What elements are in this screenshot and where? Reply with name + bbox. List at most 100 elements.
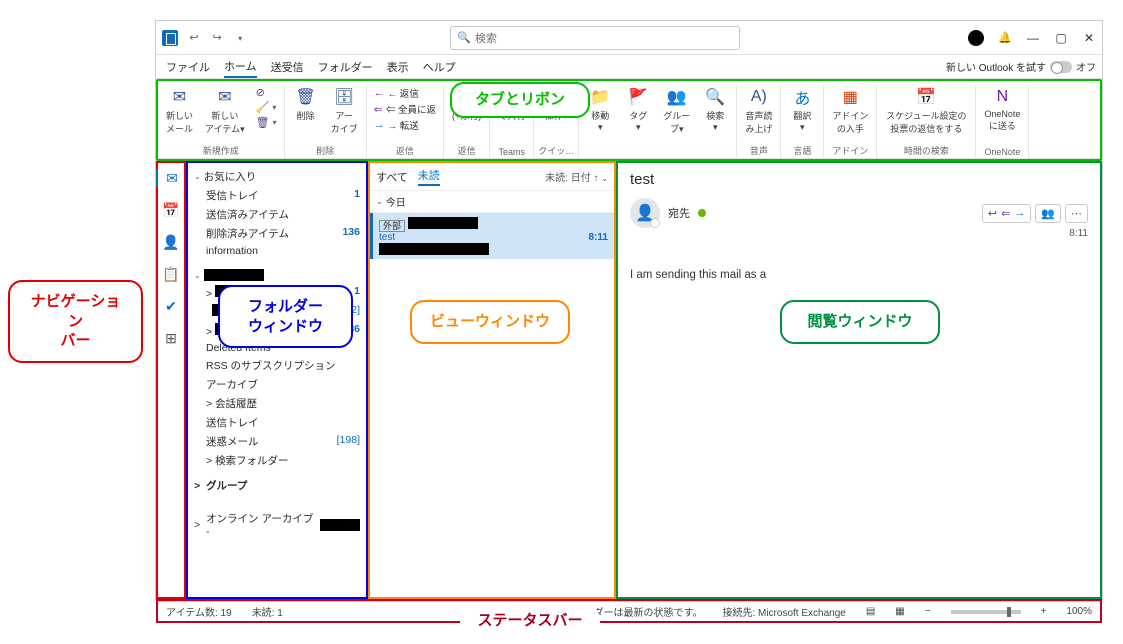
new-mail-button[interactable]: ✉新しい メール (162, 85, 197, 137)
online-archive-header[interactable]: > オンライン アーカイブ - (188, 509, 366, 540)
onenote-button[interactable]: NOneNote に送る (980, 85, 1024, 134)
delete-button[interactable]: 🗑削除 (289, 85, 323, 124)
reply-action-group[interactable]: ↩⇐→ (982, 204, 1031, 223)
folder-conversation-history[interactable]: > 会話履歴 (188, 394, 366, 413)
folder-archive[interactable]: アーカイブ (188, 375, 366, 394)
reply-all-button[interactable]: ⇐⇐ 全員に返 (371, 101, 439, 117)
tab-folder[interactable]: フォルダー (318, 59, 373, 75)
zoom-in-icon[interactable]: + (1041, 606, 1047, 617)
tab-home[interactable]: ホーム (224, 58, 257, 78)
junk-button[interactable]: 🗑▾ (253, 115, 280, 130)
reading-pane: test 👤 宛先 ↩⇐→ 👥 ⋯ 8:11 I am sending this… (616, 161, 1102, 599)
zoom-slider[interactable] (951, 610, 1021, 614)
group-label: クイッ… (538, 143, 574, 158)
tab-sendreceive[interactable]: 送受信 (271, 59, 304, 75)
tab-view[interactable]: 表示 (387, 59, 409, 75)
search-icon: 🔍 (457, 31, 471, 44)
notifications-icon[interactable]: 🔔 (998, 31, 1012, 44)
folder-item[interactable]: [2] (188, 302, 366, 321)
folder-sent[interactable]: 送信済みアイテム (188, 205, 366, 224)
move-button[interactable]: 📁移動 ▾ (583, 85, 617, 135)
folder-junk[interactable]: 迷惑メール[198] (188, 432, 366, 451)
user-avatar-icon[interactable] (968, 30, 984, 46)
sort-dropdown[interactable]: 未読: 日付 ↑ ⌄ (545, 169, 608, 184)
tab-help[interactable]: ヘルプ (423, 59, 456, 75)
date-group-today[interactable]: ⌄今日 (370, 191, 614, 213)
group-label: 音声 (750, 143, 768, 158)
nav-more-icon[interactable]: ⊞ (162, 329, 180, 347)
view-tab-all[interactable]: すべて (376, 169, 408, 185)
find-button[interactable]: 🔍検索 ▾ (698, 85, 732, 135)
message-item[interactable]: 外部 test8:11 (370, 213, 614, 259)
search-input[interactable]: 🔍 検索 (450, 26, 740, 50)
nav-tasks-icon[interactable]: 📋 (162, 265, 180, 283)
folder-information[interactable]: information (188, 243, 366, 259)
history-buttons: ↩ ↪ ▾ (184, 31, 250, 44)
status-sync: このフォルダーは最新の状態です。 (543, 604, 702, 619)
title-bar: ↩ ↪ ▾ 🔍 検索 🔔 — ▢ ✕ (156, 21, 1102, 55)
message-body: I am sending this mail as a (630, 269, 1088, 281)
undo-icon[interactable]: ↩ (184, 31, 204, 44)
folder-inbox[interactable]: 受信トレイ1 (188, 186, 366, 205)
reading-subject: test (630, 171, 654, 188)
view-normal-icon[interactable]: ▤ (866, 606, 875, 617)
group-label: アドイン (832, 143, 868, 158)
new-item-button[interactable]: ✉新しい アイテム▾ (201, 85, 249, 137)
maximize-button[interactable]: ▢ (1054, 31, 1068, 45)
folder-outbox[interactable]: 送信トレイ (188, 413, 366, 432)
nav-todo-icon[interactable]: ✔ (162, 297, 180, 315)
view-filter-header: すべて 未読 未読: 日付 ↑ ⌄ (370, 163, 614, 191)
folder-rss[interactable]: RSS のサブスクリプション (188, 356, 366, 375)
qat-dropdown-icon[interactable]: ▾ (230, 34, 250, 43)
schedule-poll-button[interactable]: 📅スケジュール設定の 投票の返信をする (881, 85, 971, 137)
redo-icon[interactable]: ↪ (207, 31, 227, 44)
view-tab-unread[interactable]: 未読 (418, 167, 440, 186)
favorites-header[interactable]: ⌄お気に入り (188, 167, 366, 186)
close-button[interactable]: ✕ (1082, 31, 1096, 45)
forward-button[interactable]: →→ 転送 (371, 117, 439, 133)
group-label: 言語 (793, 143, 811, 158)
ribbon: ✉新しい メール ✉新しい アイテム▾ ⊘ 🧹▾ 🗑▾ 新規作成 🗑削除 🗄アー… (158, 81, 1100, 159)
try-new-outlook[interactable]: 新しい Outlook を試す オフ (946, 59, 1096, 74)
cleanup-button[interactable]: 🧹▾ (253, 100, 280, 115)
groups-button[interactable]: 👥グルー プ▾ (659, 85, 694, 137)
get-addins-button[interactable]: ▦アドイン の入手 (828, 85, 872, 137)
group-label: 返信 (458, 143, 476, 158)
nav-calendar-icon[interactable]: 📅 (162, 201, 180, 219)
translate-button[interactable]: あ翻訳 ▾ (785, 85, 819, 135)
try-new-toggle[interactable] (1050, 61, 1072, 73)
navigation-bar: ✉ 📅 👤 📋 ✔ ⊞ (156, 161, 186, 599)
folder-deleted[interactable]: 削除済みアイテム136 (188, 224, 366, 243)
reply-button[interactable]: ←← 返信 (371, 85, 439, 101)
status-item-count: アイテム数: 19 (166, 604, 232, 619)
redacted-preview (379, 243, 489, 255)
zoom-out-icon[interactable]: − (925, 606, 931, 617)
quick-steps-button[interactable]: ⚡操作▾ (539, 85, 573, 124)
sender-avatar-icon: 👤 (630, 198, 660, 228)
nav-people-icon[interactable]: 👤 (162, 233, 180, 251)
ignore-button[interactable]: ⊘ (253, 85, 280, 100)
message-list-pane: すべて 未読 未読: 日付 ↑ ⌄ ⌄今日 外部 test8:11 (368, 161, 616, 599)
folder-item[interactable]: > 1 (188, 283, 366, 302)
teams-action-icon[interactable]: 👥 (1035, 204, 1061, 223)
to-label: 宛先 (668, 205, 690, 221)
folder-search-folders[interactable]: > 検索フォルダー (188, 451, 366, 470)
group-label: 削除 (316, 143, 334, 158)
folder-deleted-items[interactable]: Deleted Items (188, 340, 366, 356)
archive-button[interactable]: 🗄アー カイブ (327, 85, 362, 137)
reply-attach-button[interactable]: 📎(+添付) (448, 85, 485, 124)
view-reading-icon[interactable]: ▦ (895, 606, 904, 617)
groups-header[interactable]: > グループ (188, 476, 366, 495)
tab-file[interactable]: ファイル (166, 59, 210, 75)
tags-button[interactable]: 🚩タグ ▾ (621, 85, 655, 135)
message-subject: test (379, 232, 395, 243)
teams-share-button[interactable]: 👥で共有 (494, 85, 529, 124)
read-aloud-button[interactable]: A)音声読 み上げ (741, 85, 776, 137)
nav-mail-icon[interactable]: ✉ (156, 169, 186, 187)
folder-item[interactable]: > 36 (188, 321, 366, 340)
group-label: 時間の検索 (904, 143, 949, 158)
more-actions-icon[interactable]: ⋯ (1065, 204, 1088, 223)
minimize-button[interactable]: — (1026, 31, 1040, 45)
account-header[interactable]: ⌄ (188, 267, 366, 283)
zoom-percent: 100% (1066, 606, 1092, 617)
